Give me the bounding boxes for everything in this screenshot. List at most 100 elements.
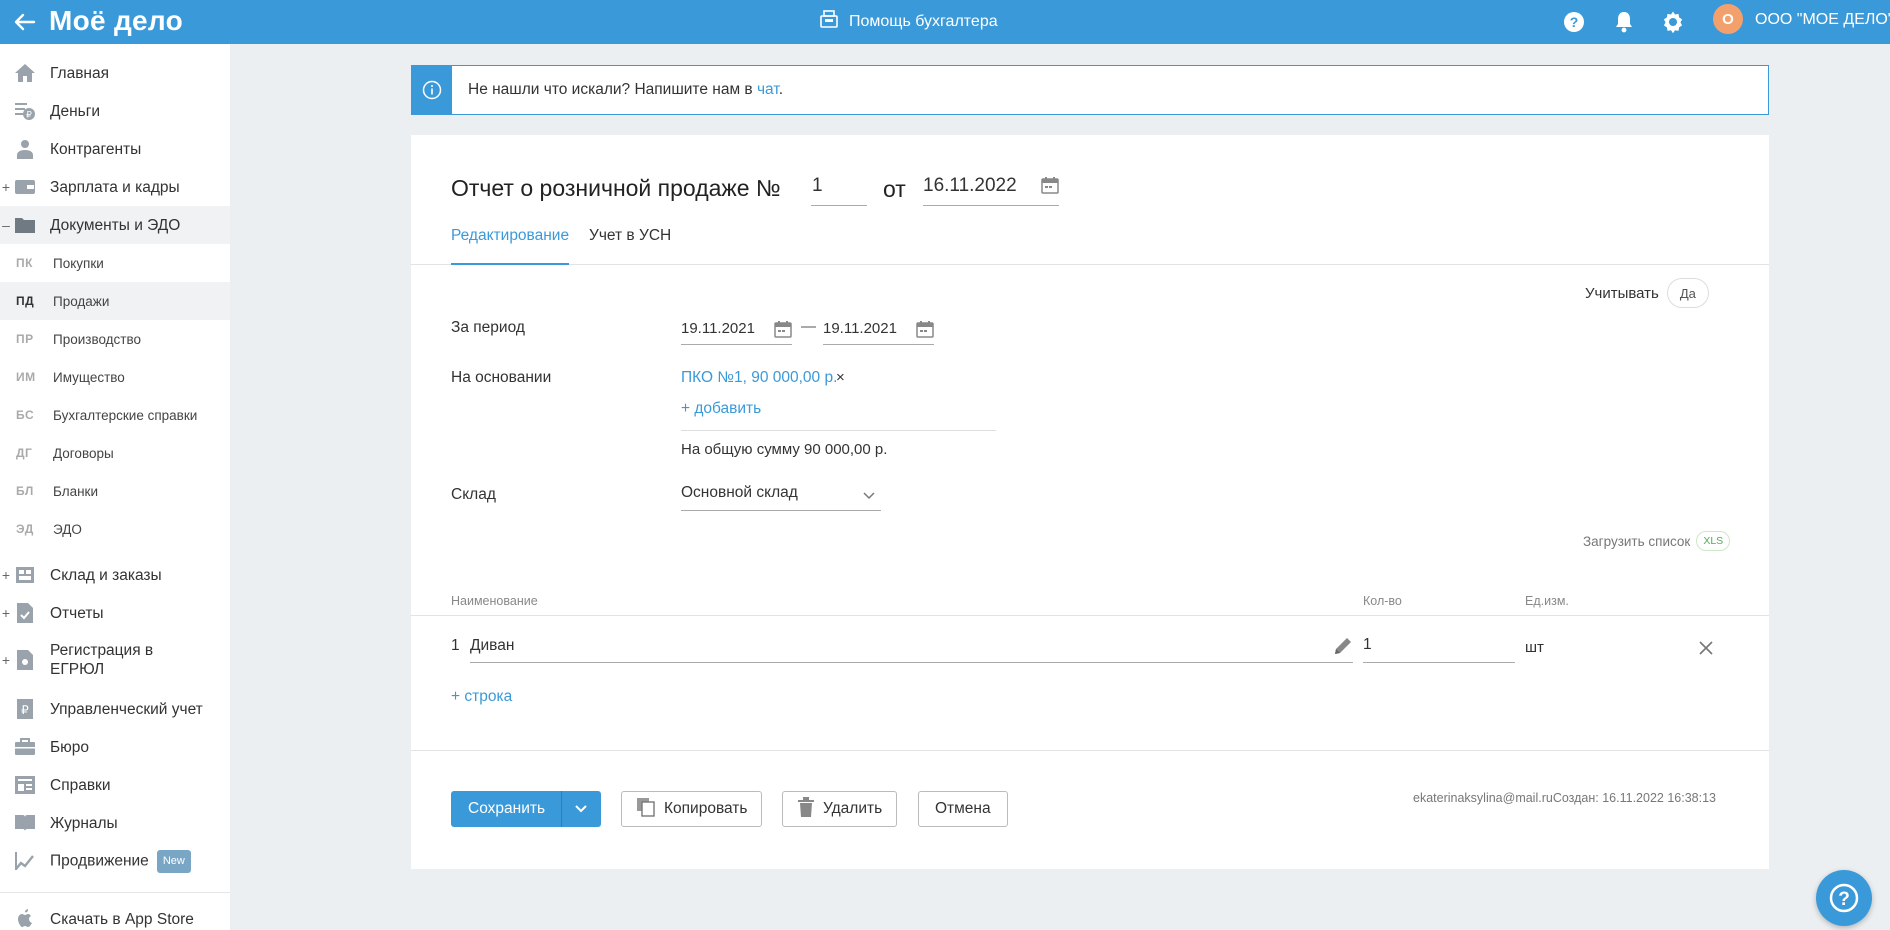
sidebar: Главная ₽ Деньги Контрагенты + Зарплата … xyxy=(0,44,230,930)
period-to-input[interactable]: 19.11.2021 xyxy=(823,317,934,345)
app-store-link[interactable]: Скачать в App Store xyxy=(0,900,230,930)
load-list-link[interactable]: Загрузить список XLS xyxy=(1583,531,1731,551)
expand-plus-icon[interactable]: + xyxy=(1,567,11,583)
question-icon: ? xyxy=(1829,883,1859,913)
copy-button[interactable]: Копировать xyxy=(621,791,763,827)
column-header-qty: Кол-во xyxy=(1363,594,1402,608)
calendar-icon[interactable] xyxy=(774,320,792,342)
sidebar-subitem-property[interactable]: ИМ Имущество xyxy=(0,358,230,396)
consider-label: Учитывать xyxy=(1585,284,1659,302)
bell-icon[interactable] xyxy=(1610,8,1638,36)
org-name[interactable]: ООО "МОЕ ДЕЛО" xyxy=(1755,11,1890,29)
unit-value[interactable]: шт xyxy=(1525,639,1544,656)
back-arrow-icon[interactable] xyxy=(12,9,38,35)
app-store-label: Скачать в App Store xyxy=(50,910,194,928)
expand-plus-icon[interactable]: + xyxy=(1,652,11,668)
sidebar-subitem-contracts[interactable]: ДГ Договоры xyxy=(0,434,230,472)
quantity-input[interactable]: 1 xyxy=(1363,630,1515,663)
info-icon xyxy=(412,66,452,114)
sidebar-item-contractors[interactable]: Контрагенты xyxy=(0,130,230,168)
subitem-label: Производство xyxy=(53,331,142,347)
remove-row-icon[interactable] xyxy=(1696,638,1716,658)
subitem-label: Продажи xyxy=(53,293,110,309)
sidebar-subitem-forms[interactable]: БЛ Бланки xyxy=(0,472,230,510)
from-label: от xyxy=(883,176,906,202)
promotion-icon xyxy=(14,850,36,872)
sidebar-item-documents[interactable]: – Документы и ЭДО xyxy=(0,206,230,244)
help-center-label: Помощь бухгалтера xyxy=(849,12,998,30)
sidebar-subitem-sales[interactable]: ПД Продажи xyxy=(0,282,230,320)
load-list-label: Загрузить список xyxy=(1583,533,1691,549)
sidebar-item-label: Управленческий учет xyxy=(50,700,203,718)
sidebar-item-warehouse[interactable]: + Склад и заказы xyxy=(0,556,230,594)
chat-link[interactable]: чат xyxy=(757,81,779,98)
sidebar-subitem-production[interactable]: ПР Производство xyxy=(0,320,230,358)
tab-editing[interactable]: Редактирование xyxy=(451,225,570,265)
banner-text-before: Не нашли что искали? Напишите нам в xyxy=(468,81,757,98)
remove-basis-icon[interactable]: × xyxy=(836,369,845,386)
sidebar-item-management-accounting[interactable]: ₽ Управленческий учет xyxy=(0,690,230,728)
calendar-icon[interactable] xyxy=(916,320,934,342)
add-row-link[interactable]: + строка xyxy=(451,688,512,706)
apple-icon xyxy=(14,908,36,930)
gear-icon[interactable] xyxy=(1659,8,1687,36)
sidebar-item-label: Продвижение New xyxy=(50,849,191,873)
basis-document-link[interactable]: ПКО №1, 90 000,00 р. xyxy=(681,369,837,387)
column-header-unit: Ед.изм. xyxy=(1525,594,1569,608)
document-number-input[interactable]: 1 xyxy=(811,173,867,206)
sidebar-subitem-purchases[interactable]: ПК Покупки xyxy=(0,244,230,282)
add-basis-link[interactable]: + добавить xyxy=(681,400,761,418)
sidebar-subitem-edo[interactable]: ЭД ЭДО xyxy=(0,510,230,548)
pencil-icon[interactable] xyxy=(1333,636,1353,661)
sidebar-item-bureau[interactable]: Бюро xyxy=(0,728,230,766)
period-from-input[interactable]: 19.11.2021 xyxy=(681,317,792,345)
sidebar-item-journals[interactable]: Журналы xyxy=(0,804,230,842)
subitem-label: Бухгалтерские справки xyxy=(53,407,198,423)
cancel-button[interactable]: Отмена xyxy=(918,791,1008,827)
logo[interactable]: Моё дело xyxy=(49,5,183,37)
briefcase-icon xyxy=(14,736,36,758)
expand-plus-icon[interactable]: + xyxy=(1,179,11,195)
sidebar-item-label: Бюро xyxy=(50,738,90,756)
cash-register-icon xyxy=(819,9,839,34)
folder-icon xyxy=(14,214,36,236)
expand-plus-icon[interactable]: + xyxy=(1,605,11,621)
total-sum-text: На общую сумму 90 000,00 р. xyxy=(681,441,888,458)
save-button[interactable]: Сохранить xyxy=(451,791,601,827)
sidebar-item-registration[interactable]: + Регистрация в ЕГРЮЛ xyxy=(0,632,230,688)
org-avatar[interactable]: О xyxy=(1713,4,1743,34)
promotion-label: Продвижение xyxy=(50,852,149,870)
sidebar-item-salary[interactable]: + Зарплата и кадры xyxy=(0,168,230,206)
sidebar-subitem-accounting-certificates[interactable]: БС Бухгалтерские справки xyxy=(0,396,230,434)
sidebar-divider xyxy=(0,892,230,893)
save-button-label: Сохранить xyxy=(468,800,546,817)
divider xyxy=(411,750,1769,751)
banner-text-after: . xyxy=(778,81,784,98)
basis-label: На основании xyxy=(451,369,552,386)
help-center-link[interactable]: Помощь бухгалтера xyxy=(819,9,998,34)
subitem-abbr: ИМ xyxy=(16,370,36,384)
sidebar-item-label: Справки xyxy=(50,776,111,794)
sidebar-item-label: Склад и заказы xyxy=(50,566,162,584)
help-chat-button[interactable]: ? xyxy=(1816,870,1872,926)
delete-button[interactable]: Удалить xyxy=(782,791,898,827)
collapse-minus-icon[interactable]: – xyxy=(1,217,11,233)
tab-usn-accounting[interactable]: Учет в УСН xyxy=(589,225,671,265)
sidebar-item-label: Деньги xyxy=(50,102,101,120)
document-date-input[interactable]: 16.11.2022 xyxy=(923,173,1059,206)
consider-toggle[interactable]: Да xyxy=(1666,278,1709,308)
sidebar-item-reports[interactable]: + Отчеты xyxy=(0,594,230,632)
sidebar-item-label: Регистрация в ЕГРЮЛ xyxy=(50,642,154,678)
item-name-input[interactable]: Диван xyxy=(470,630,1353,663)
svg-text:?: ? xyxy=(1838,889,1850,910)
reports-icon xyxy=(14,602,36,624)
sidebar-item-promotion[interactable]: Продвижение New xyxy=(0,842,230,880)
warehouse-select[interactable]: Основной склад xyxy=(681,478,881,511)
save-dropdown-chevron-icon[interactable] xyxy=(561,791,601,827)
calendar-icon[interactable] xyxy=(1041,176,1059,200)
sidebar-item-references[interactable]: Справки xyxy=(0,766,230,804)
help-question-icon[interactable]: ? xyxy=(1560,8,1588,36)
sidebar-item-money[interactable]: ₽ Деньги xyxy=(0,92,230,130)
period-dash: — xyxy=(801,318,816,335)
sidebar-item-home[interactable]: Главная xyxy=(0,54,230,92)
